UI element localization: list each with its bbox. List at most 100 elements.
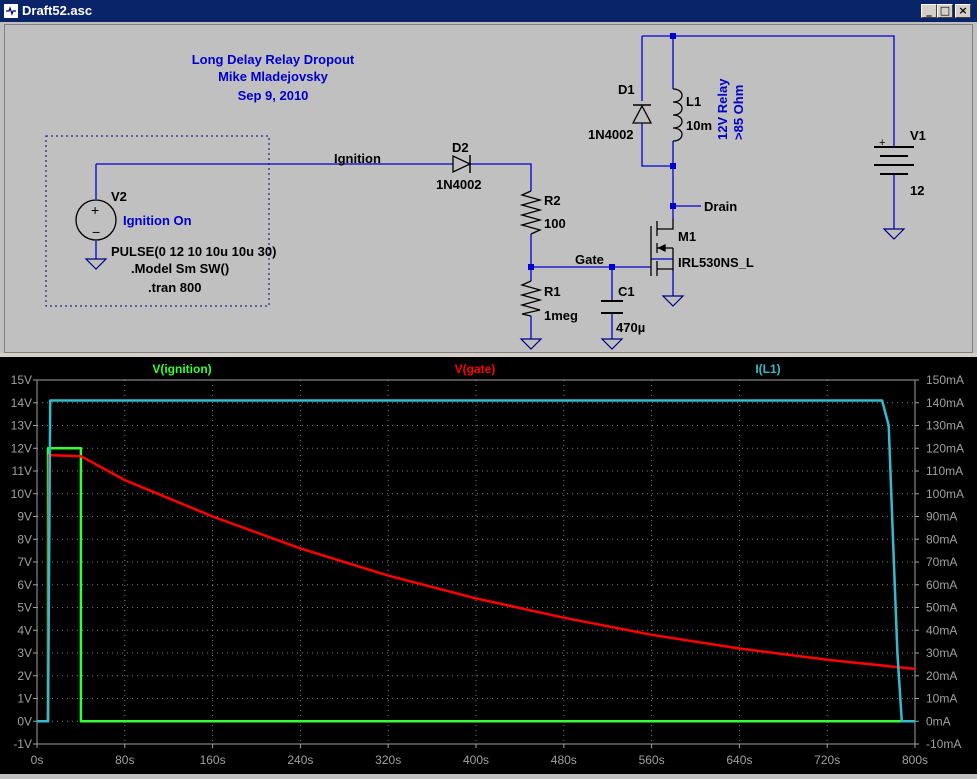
schematic-notes: Long Delay Relay Dropout Mike Mladejovsk… [192,52,355,103]
r2-value: 100 [544,216,566,231]
d2-diode[interactable] [452,154,472,174]
r1-value: 1meg [544,308,578,323]
y-left-tick-label: 6V [17,578,32,592]
close-button[interactable]: × [955,4,971,18]
window-titlebar: Draft52.asc _ □ × [0,0,977,22]
ground-symbols [519,228,906,350]
plot-grid [37,380,915,744]
y-right-tick-label: 150mA [926,373,964,387]
r1-name: R1 [544,284,561,299]
y-right-tick-label: 0mA [926,714,951,728]
directive-tran: .tran 800 [148,280,201,295]
spice-directives: PULSE(0 12 10 10u 10u 30) .Model Sm SW()… [111,244,276,295]
ltspice-schematic-icon [4,4,18,18]
maximize-button[interactable]: □ [937,4,953,18]
m1-name: M1 [678,229,696,244]
d1-name: D1 [618,82,635,97]
v2-name: V2 [111,189,127,204]
x-tick-label: 800s [902,753,928,767]
legend-item-v-ignition[interactable]: V(ignition) [152,362,211,376]
y-right-tick-label: 80mA [926,532,957,546]
y-left-tick-label: 10V [11,487,32,501]
svg-text:−: − [92,224,100,240]
d2-value: 1N4002 [436,177,482,192]
v1-plus: + [879,137,885,149]
y-left-tick-label: 12V [11,441,32,455]
y-right-tick-label: 40mA [926,623,957,637]
y-right-tick-label: 130mA [926,419,964,433]
m1-value: IRL530NS_L [678,255,754,270]
y-right-tick-label: 90mA [926,510,957,524]
y-left-tick-label: 15V [11,373,32,387]
m1-mosfet[interactable] [650,219,674,276]
plot-ticks: 0s 80s 160s 240s 320s 400s 480s 560s 640s 720s 800… [11,373,964,767]
note-author: Mike Mladejovsky [218,69,329,84]
y-right-tick-label: 110mA [926,464,963,478]
y-right-tick-label: 10mA [926,692,957,706]
x-tick-label: 480s [551,753,577,767]
y-left-tick-label: 0V [17,714,32,728]
c1-name: C1 [618,284,635,299]
l1-value: 10m [686,118,712,133]
relay-note-line1: 12V Relay [715,78,730,140]
y-left-tick-label: 8V [17,532,32,546]
y-left-tick-label: 7V [17,555,32,569]
y-left-tick-label: 2V [17,669,32,683]
minimize-button[interactable]: _ [921,4,937,18]
y-right-tick-label: -10mA [926,737,961,751]
x-tick-label: 0s [31,753,44,767]
y-left-tick-label: 11V [12,464,32,478]
plot-legend[interactable]: V(ignition) V(gate) I(L1) [152,362,780,376]
x-tick-label: 80s [115,753,134,767]
legend-item-i-l1[interactable]: I(L1) [755,362,780,376]
v2-label: Ignition On [123,213,192,228]
net-label-gate: Gate [575,252,604,267]
x-tick-label: 240s [287,753,313,767]
directive-model: .Model Sm SW() [131,261,229,276]
schematic-editor[interactable]: Long Delay Relay Dropout Mike Mladejovsk… [4,24,973,353]
y-right-tick-label: 70mA [926,555,957,569]
v1-name: V1 [910,128,926,143]
c1-capacitor[interactable] [601,300,623,314]
d1-diode[interactable] [631,104,653,124]
d1-value: 1N4002 [588,127,634,142]
note-title: Long Delay Relay Dropout [192,52,355,67]
y-left-tick-label: 4V [17,623,32,637]
relay-note-line2: >85 Ohm [731,85,746,140]
window-title: Draft52.asc [22,3,93,18]
note-date: Sep 9, 2010 [238,88,309,103]
y-left-tick-label: 13V [11,419,32,433]
directive-pulse: PULSE(0 12 10 10u 10u 30) [111,244,276,259]
waveform-plot[interactable]: 0s 80s 160s 240s 320s 400s 480s 560s 640s 720s 800… [0,357,977,774]
x-tick-label: 160s [200,753,226,767]
y-left-tick-label: 9V [17,510,32,524]
y-right-tick-label: 20mA [926,669,957,683]
legend-item-v-gate[interactable]: V(gate) [455,362,496,376]
v1-battery[interactable] [874,146,914,175]
y-left-tick-label: 14V [11,396,32,410]
net-label-ignition: Ignition [334,151,381,166]
waveform-viewer[interactable]: 0s 80s 160s 240s 320s 400s 480s 560s 640s 720s 800… [0,357,977,774]
x-tick-label: 560s [639,753,665,767]
y-right-tick-label: 100mA [926,487,964,501]
r2-name: R2 [544,193,561,208]
x-tick-label: 400s [463,753,489,767]
r2-resistor[interactable] [519,190,543,235]
y-left-tick-label: 3V [17,646,32,660]
y-left-tick-label: 1V [17,692,32,706]
r1-resistor[interactable] [519,280,543,317]
y-left-tick-label: 5V [17,601,32,615]
x-tick-label: 640s [726,753,752,767]
y-right-tick-label: 60mA [926,578,957,592]
v2-source[interactable]: + − [75,199,117,270]
d2-name: D2 [452,140,469,155]
l1-name: L1 [686,94,701,109]
x-tick-label: 720s [814,753,840,767]
y-right-tick-label: 50mA [926,601,957,615]
schematic-canvas[interactable]: Long Delay Relay Dropout Mike Mladejovsk… [5,25,972,352]
x-tick-label: 320s [375,753,401,767]
y-left-tick-label: -1V [13,737,32,751]
plot-frame [36,379,916,745]
y-right-tick-label: 120mA [926,441,964,455]
l1-inductor[interactable] [672,88,683,142]
